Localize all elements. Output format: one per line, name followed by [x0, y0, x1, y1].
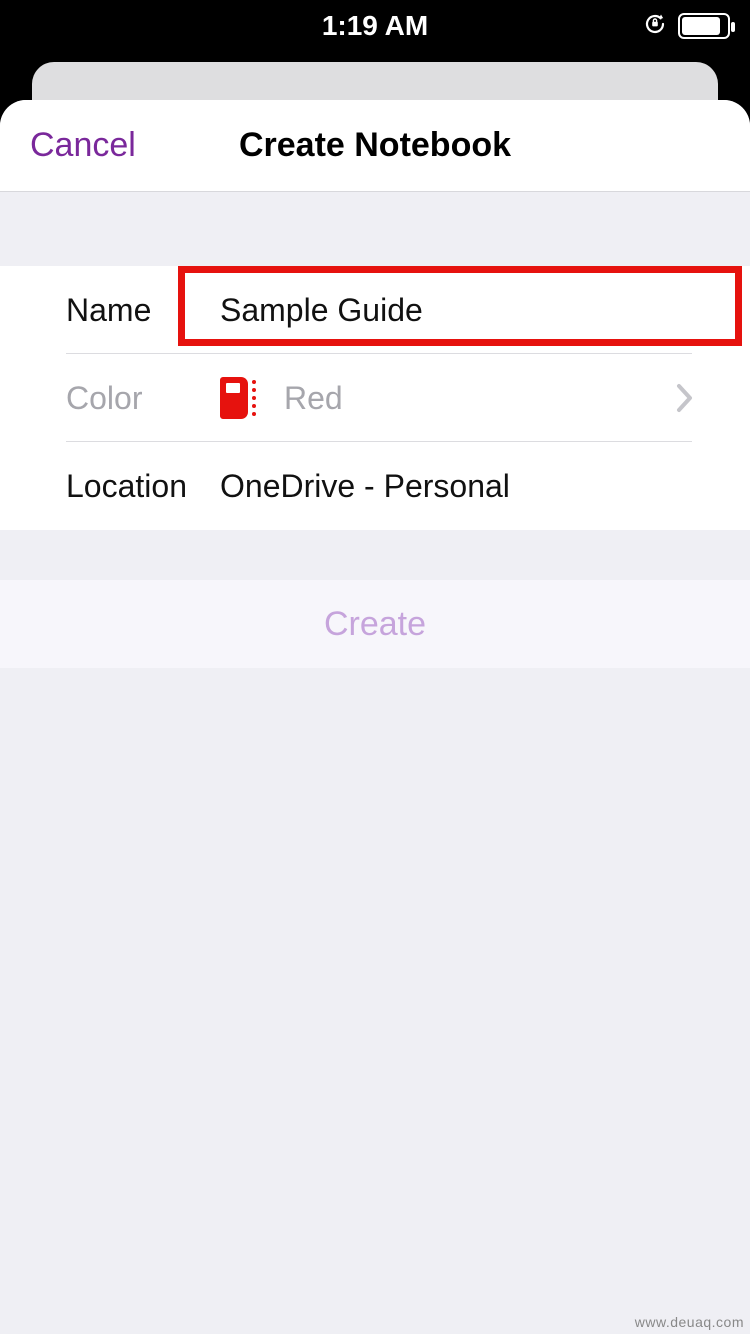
color-value: Red	[284, 380, 343, 417]
watermark: www.deuaq.com	[635, 1314, 744, 1330]
notebook-icon	[220, 377, 256, 419]
location-row: Location OneDrive - Personal	[0, 442, 750, 530]
page-title: Create Notebook	[239, 126, 511, 165]
section-spacer	[0, 530, 750, 580]
status-time: 1:19 AM	[322, 10, 428, 42]
create-button[interactable]: Create	[324, 605, 426, 644]
cancel-button[interactable]: Cancel	[30, 126, 136, 165]
battery-icon	[678, 13, 730, 39]
nav-bar: Cancel Create Notebook	[0, 100, 750, 192]
modal-sheet: Cancel Create Notebook Name Color	[0, 100, 750, 1334]
section-spacer	[0, 192, 750, 266]
name-row[interactable]: Name	[0, 266, 750, 354]
location-label: Location	[66, 468, 220, 505]
create-row[interactable]: Create	[0, 580, 750, 668]
name-label: Name	[66, 292, 220, 329]
color-row[interactable]: Color Red	[0, 354, 750, 442]
status-bar: 1:19 AM	[0, 0, 750, 52]
location-value: OneDrive - Personal	[220, 468, 510, 505]
name-input[interactable]	[220, 275, 750, 345]
form-group: Name Color Red	[0, 266, 750, 530]
orientation-lock-icon	[642, 11, 668, 42]
color-label: Color	[66, 380, 220, 417]
chevron-right-icon	[676, 383, 694, 413]
